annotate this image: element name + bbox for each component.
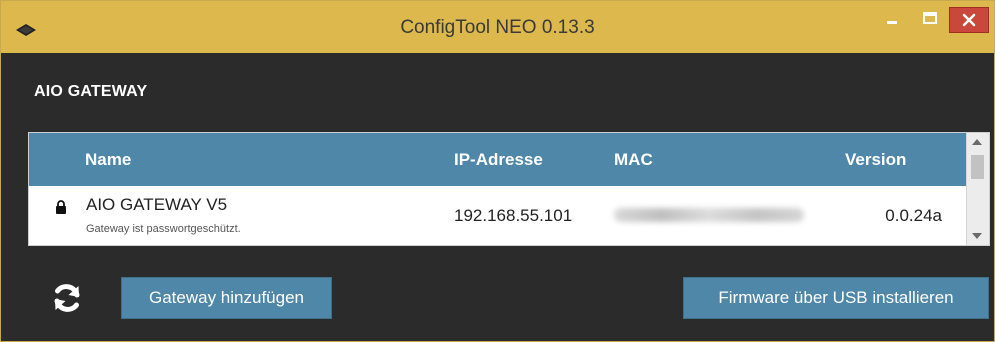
minimize-button[interactable] bbox=[874, 7, 910, 33]
column-header-ip[interactable]: IP-Adresse bbox=[454, 150, 543, 170]
gateway-status-text: Gateway ist passwortgeschützt. bbox=[86, 223, 241, 235]
table-scrollbar[interactable] bbox=[966, 133, 989, 245]
table-row[interactable]: AIO GATEWAY V5 Gateway ist passwortgesch… bbox=[29, 186, 968, 245]
install-firmware-usb-button[interactable]: Firmware über USB installieren bbox=[683, 277, 989, 319]
lock-icon bbox=[56, 200, 66, 214]
gateway-name: AIO GATEWAY V5 bbox=[86, 195, 228, 214]
column-header-name[interactable]: Name bbox=[85, 150, 131, 170]
close-button[interactable] bbox=[949, 7, 989, 33]
add-gateway-button[interactable]: Gateway hinzufügen bbox=[121, 277, 332, 319]
maximize-icon bbox=[923, 12, 937, 24]
window-title: ConfigTool NEO 0.13.3 bbox=[400, 17, 595, 38]
close-icon bbox=[962, 13, 976, 27]
column-header-version[interactable]: Version bbox=[845, 150, 906, 170]
gateway-mac-blurred bbox=[614, 208, 804, 222]
column-header-mac[interactable]: MAC bbox=[614, 150, 653, 170]
scroll-thumb[interactable] bbox=[971, 155, 984, 179]
title-bar[interactable]: ConfigTool NEO 0.13.3 bbox=[1, 1, 994, 53]
scroll-down-arrow-icon[interactable] bbox=[972, 233, 982, 239]
refresh-icon[interactable] bbox=[51, 282, 83, 314]
gateway-ip: 192.168.55.101 bbox=[454, 206, 573, 225]
scroll-up-arrow-icon[interactable] bbox=[972, 139, 982, 145]
minimize-icon bbox=[887, 21, 897, 24]
app-window: ConfigTool NEO 0.13.3 AIO GATEWAY Name I… bbox=[0, 0, 995, 342]
section-title: AIO GATEWAY bbox=[34, 83, 148, 100]
gateway-version: 0.0.24a bbox=[885, 206, 942, 225]
gateway-table: Name IP-Adresse MAC Version AIO GATEWAY … bbox=[28, 132, 990, 246]
table-header: Name IP-Adresse MAC Version bbox=[29, 133, 968, 186]
maximize-button[interactable] bbox=[912, 7, 948, 33]
